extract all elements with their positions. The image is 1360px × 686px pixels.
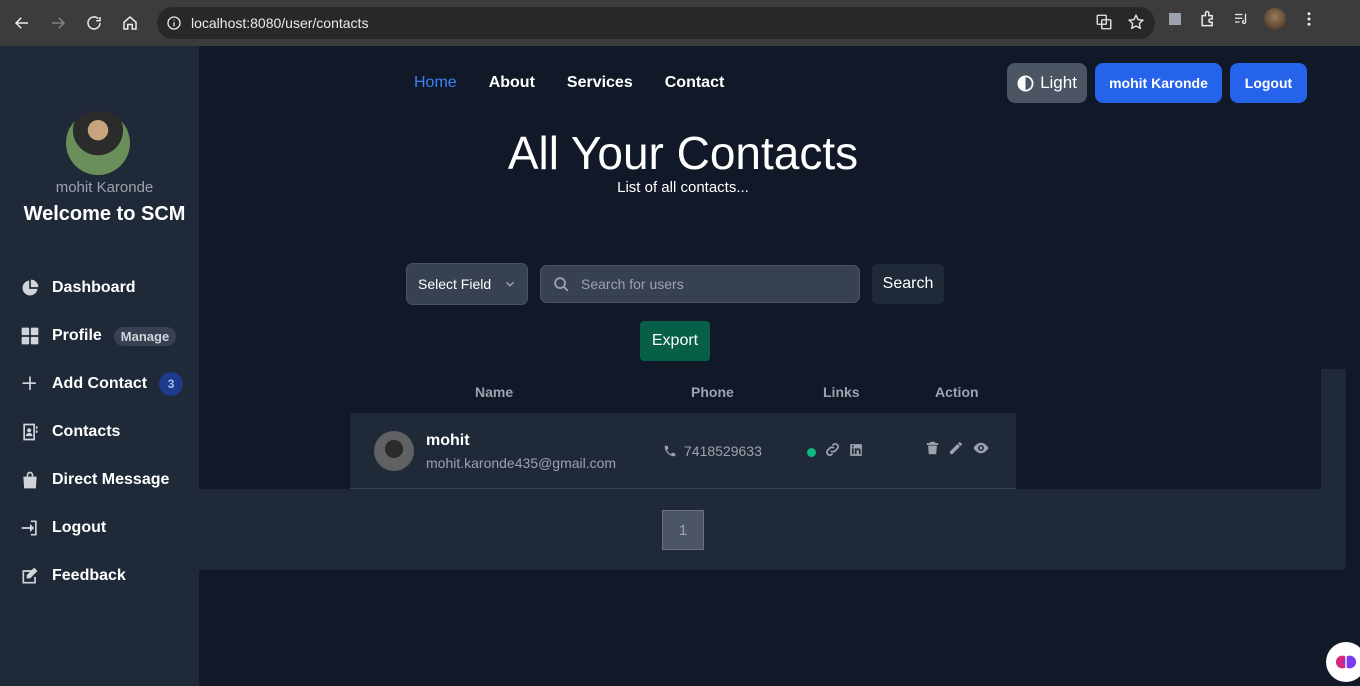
view-icon[interactable]: [972, 439, 990, 457]
address-book-icon: [20, 422, 52, 442]
nav-services-link[interactable]: Services: [567, 74, 633, 92]
table-row: mohit mohit.karonde435@gmail.com 7418529…: [350, 413, 1016, 489]
edit-icon[interactable]: [948, 440, 964, 456]
sidebar-item-label: Profile: [52, 327, 102, 344]
bag-icon: [20, 470, 52, 490]
header-links: Links: [823, 384, 860, 400]
media-icon[interactable]: [1232, 10, 1250, 28]
nav-contact-link[interactable]: Contact: [665, 74, 725, 92]
url-text: localhost:8080/user/contacts: [191, 15, 369, 31]
sidebar-item-profile[interactable]: Profile Manage: [20, 312, 183, 360]
page-title: All Your Contacts: [507, 127, 859, 179]
user-profile-button[interactable]: mohit Karonde: [1095, 63, 1222, 103]
count-badge: 3: [159, 372, 184, 396]
contact-avatar: [374, 431, 414, 471]
contact-name: mohit: [426, 432, 470, 449]
header-phone: Phone: [691, 384, 734, 400]
contact-actions: [925, 439, 990, 457]
puzzle-icon[interactable]: [1198, 9, 1218, 29]
nav-about-link[interactable]: About: [489, 74, 535, 92]
profile-avatar-icon[interactable]: [1264, 8, 1286, 30]
contacts-table: Name Phone Links Action mohit mohit.karo…: [350, 370, 1016, 489]
phone-icon: [664, 445, 676, 457]
sidebar-user-name: mohit Karonde: [55, 179, 154, 196]
sidebar-item-direct-message[interactable]: Direct Message: [20, 456, 183, 504]
extension-icon[interactable]: [1166, 10, 1184, 28]
search-placeholder: Search for users: [581, 276, 684, 292]
select-field-dropdown[interactable]: Select Field: [406, 263, 528, 305]
search-icon: [554, 277, 569, 292]
page-subtitle: List of all contacts...: [617, 179, 749, 196]
theme-toggle-button[interactable]: Light: [1007, 63, 1087, 103]
link-icon[interactable]: [824, 441, 841, 458]
address-bar[interactable]: localhost:8080/user/contacts: [157, 7, 1155, 39]
sidebar-welcome: Welcome to SCM: [23, 203, 186, 225]
sidebar-item-contacts[interactable]: Contacts: [20, 408, 183, 456]
nav-home-link[interactable]: Home: [414, 74, 457, 92]
export-button[interactable]: Export: [640, 321, 710, 361]
sidebar-item-label: Direct Message: [52, 471, 170, 488]
site-info-icon[interactable]: [157, 15, 191, 31]
linkedin-icon[interactable]: [849, 443, 863, 457]
contact-links: [807, 441, 863, 458]
plus-icon: [20, 374, 52, 394]
delete-icon[interactable]: [925, 440, 940, 456]
sidebar-item-feedback[interactable]: Feedback: [20, 552, 183, 600]
reload-button[interactable]: [76, 5, 112, 41]
brain-extension-icon[interactable]: [1326, 642, 1360, 682]
favorite-status-dot: [807, 447, 816, 457]
header-action: Action: [935, 384, 979, 400]
top-navigation: Home About Services Contact: [414, 74, 724, 92]
user-avatar: [66, 111, 130, 175]
sidebar-item-dashboard[interactable]: Dashboard: [20, 264, 183, 312]
sidebar-item-add-contact[interactable]: Add Contact 3: [20, 360, 184, 408]
chevron-down-icon: [505, 281, 515, 287]
theme-toggle-label: Light: [1040, 73, 1077, 92]
sidebar-item-label: Contacts: [52, 423, 121, 440]
sidebar-item-label: Add Contact: [52, 375, 148, 392]
manage-badge: Manage: [113, 326, 177, 346]
feedback-icon: [20, 566, 52, 586]
browser-toolbar: localhost:8080/user/contacts: [0, 0, 1360, 46]
sidebar-item-logout[interactable]: Logout: [20, 504, 183, 552]
sidebar-item-label: Feedback: [52, 567, 126, 584]
menu-dots-icon[interactable]: [1300, 10, 1318, 28]
sidebar-item-label: Logout: [52, 519, 107, 536]
logout-icon: [20, 518, 52, 538]
select-field-label: Select Field: [418, 276, 492, 292]
search-button[interactable]: Search: [872, 264, 944, 304]
forward-button[interactable]: [40, 5, 76, 41]
pie-chart-icon: [20, 278, 52, 298]
header-name: Name: [475, 384, 514, 400]
home-button[interactable]: [112, 5, 148, 41]
search-input[interactable]: Search for users: [540, 265, 860, 303]
contact-phone-number: 7418529633: [684, 443, 762, 459]
grid-icon: [20, 326, 52, 346]
sidebar: mohit Karonde Welcome to SCM Dashboard P…: [0, 46, 199, 686]
bookmark-star-icon[interactable]: [1127, 13, 1145, 31]
sidebar-item-label: Dashboard: [52, 279, 136, 296]
table-header: Name Phone Links Action: [350, 370, 1016, 413]
contact-email: mohit.karonde435@gmail.com: [426, 455, 617, 471]
contact-phone: 7418529633: [663, 443, 762, 459]
back-button[interactable]: [4, 5, 40, 41]
logout-button[interactable]: Logout: [1230, 63, 1307, 103]
translate-icon[interactable]: [1095, 13, 1113, 31]
pagination-page-1[interactable]: 1: [662, 510, 704, 550]
half-circle-icon: [1017, 75, 1034, 91]
